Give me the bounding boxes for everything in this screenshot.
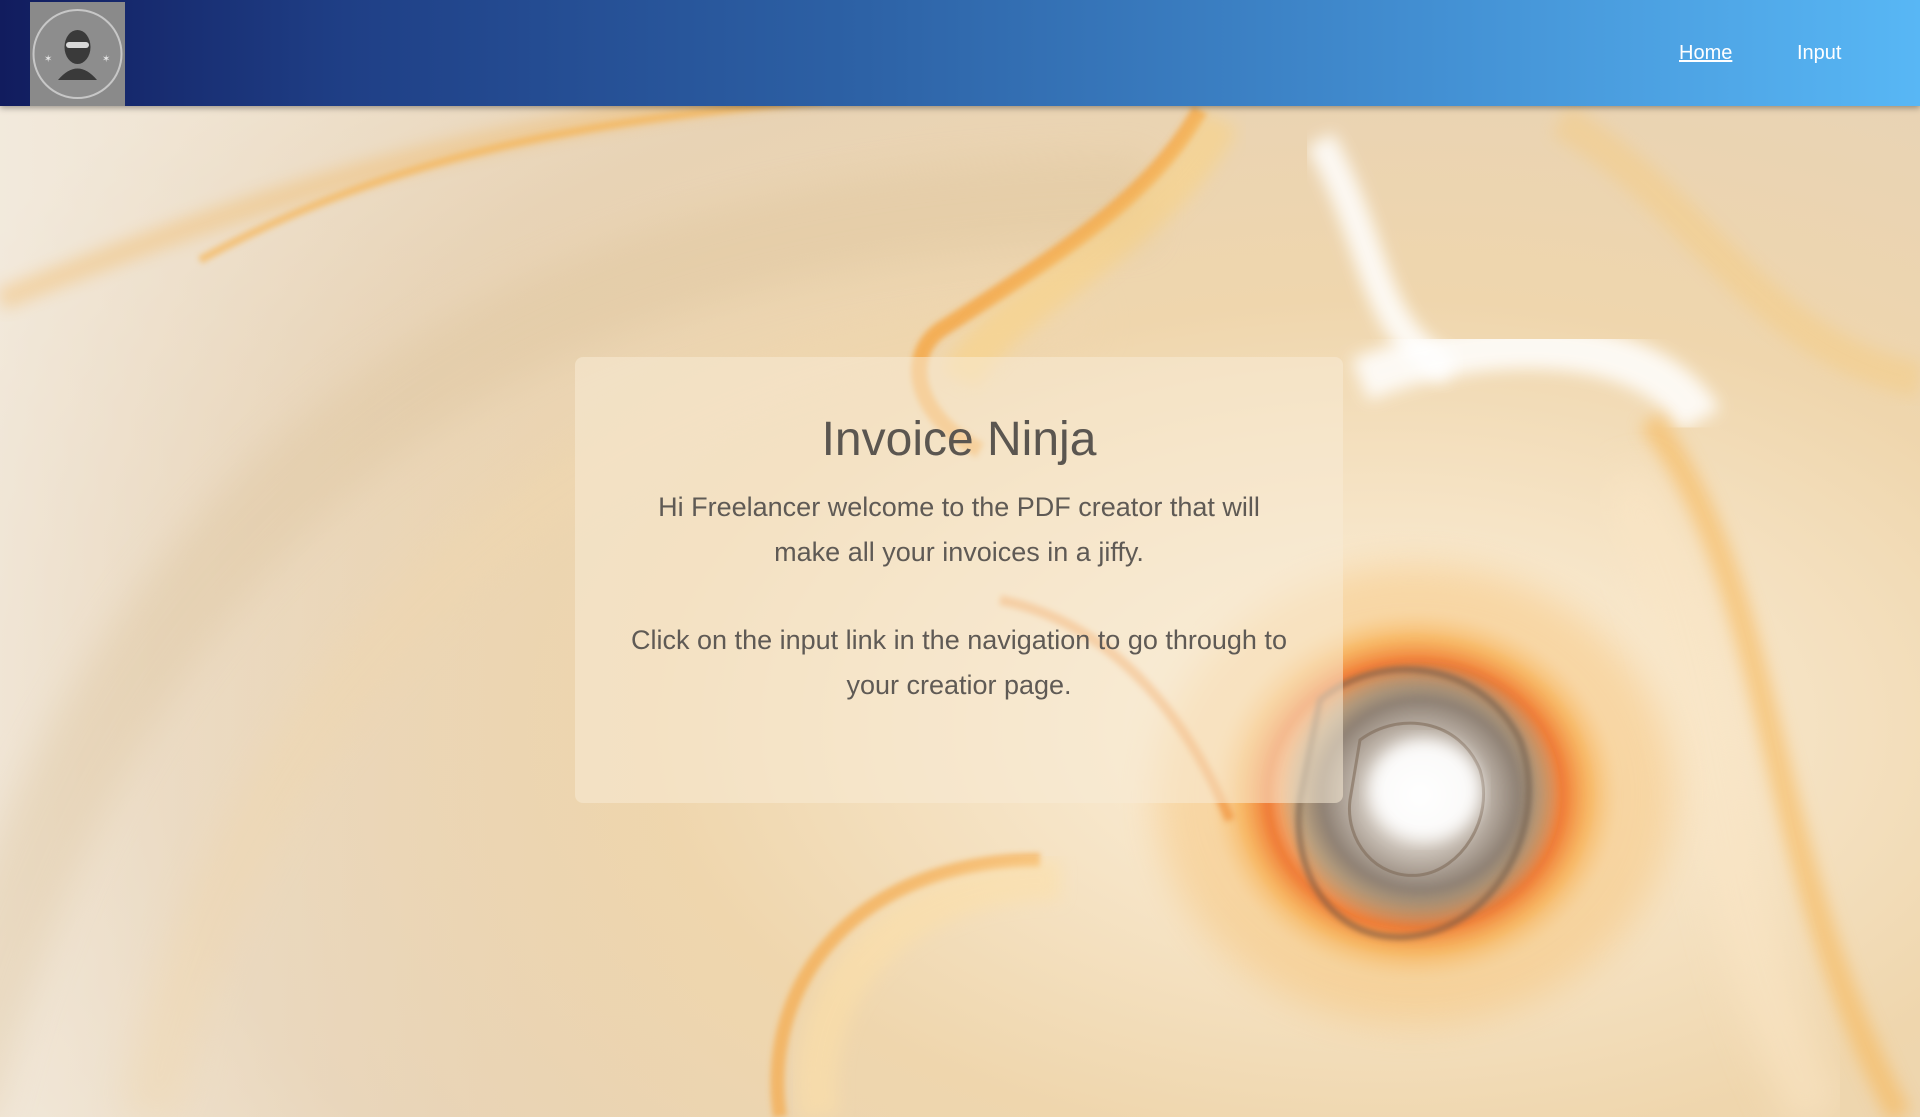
- top-navbar: ✶ ✶ Home Input: [0, 0, 1920, 106]
- instruction-text: Click on the input link in the navigatio…: [631, 625, 1287, 700]
- svg-text:✶: ✶: [44, 54, 52, 65]
- ninja-badge-logo[interactable]: ✶ ✶: [30, 2, 125, 106]
- nav-link-home[interactable]: Home: [1679, 42, 1732, 65]
- nav-link-input[interactable]: Input: [1797, 42, 1841, 65]
- welcome-card: Invoice Ninja Hi Freelancer welcome to t…: [575, 357, 1343, 803]
- intro-text: Hi Freelancer welcome to the PDF creator…: [658, 492, 1260, 567]
- page-title: Invoice Ninja: [821, 413, 1097, 466]
- svg-text:✶: ✶: [102, 54, 110, 65]
